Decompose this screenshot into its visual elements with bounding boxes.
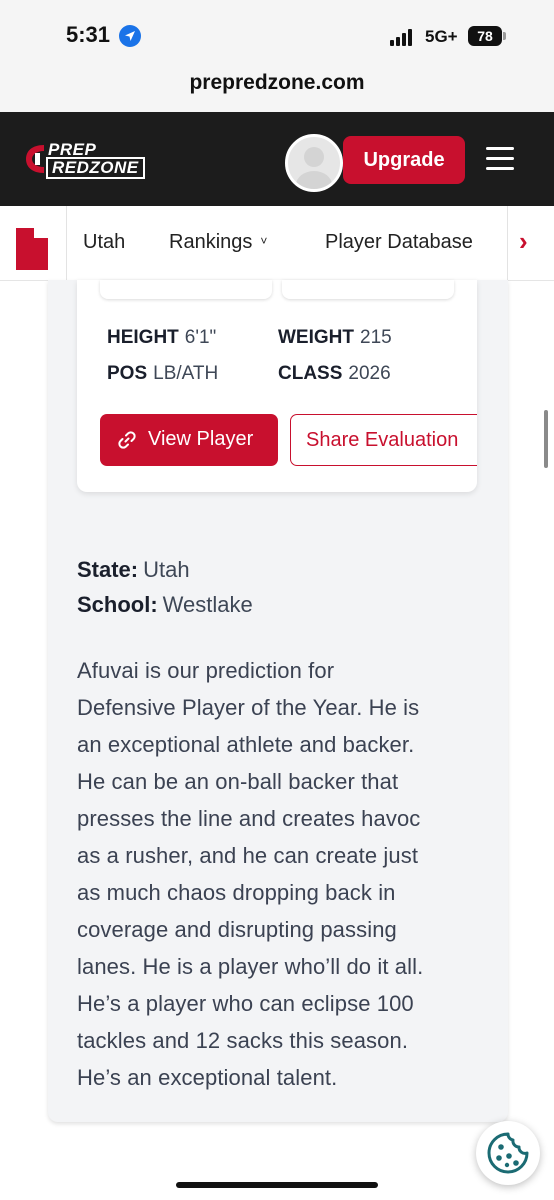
status-bar: 5:31 5G+ 78 [0, 0, 554, 62]
evaluation-line: presses the line and creates havoc [77, 806, 421, 831]
evaluation-line: as much chaos dropping back in [77, 880, 396, 905]
evaluation-line: Defensive Player of the Year. He is [77, 695, 420, 720]
battery-cap [503, 32, 506, 40]
logo-mark-icon [26, 145, 44, 173]
stat-value: 2026 [348, 363, 391, 384]
school-value: Westlake [162, 592, 253, 617]
evaluation-line: He can be an on-ball backer that [77, 769, 399, 794]
school-label: School: [77, 592, 158, 617]
share-evaluation-label: Share Evaluation [306, 429, 459, 451]
link-icon [118, 431, 136, 449]
nav-item-player-database[interactable]: Player Database [325, 231, 473, 254]
location-arrow-icon [119, 25, 141, 47]
chevron-down-icon: ˅ [260, 234, 268, 248]
subnav-right-divider [507, 206, 508, 280]
evaluation-line: as a rusher, and he can create just [77, 843, 419, 868]
stat-value: 6'1" [184, 327, 217, 348]
stat-value: LB/ATH [153, 363, 219, 384]
network-type: 5G+ [425, 27, 458, 46]
player-info-pill [100, 280, 272, 299]
player-info-pill [282, 280, 454, 299]
battery-icon: 78 [468, 26, 502, 46]
utah-state-icon[interactable] [14, 226, 50, 272]
stat-label: CLASS [278, 363, 343, 384]
nav-item-utah[interactable]: Utah [83, 231, 125, 254]
user-silhouette-icon [296, 147, 332, 189]
stat-position: POS LB/ATH [107, 363, 218, 385]
share-evaluation-button[interactable]: Share Evaluation [290, 414, 477, 466]
state-label: State: [77, 557, 139, 582]
evaluation-text: Afuvai is our prediction for Defensive P… [77, 652, 477, 1096]
address-bar[interactable]: prepredzone.com [0, 62, 554, 112]
stat-label: POS [107, 363, 148, 384]
scrollbar-thumb[interactable] [544, 410, 548, 468]
stat-height: HEIGHT 6'1" [107, 327, 216, 349]
cookie-settings-button[interactable] [476, 1121, 540, 1185]
stat-class: CLASS 2026 [278, 363, 391, 385]
nav-item-rankings[interactable]: Rankings ˅ [169, 231, 267, 254]
evaluation-line: Afuvai is our prediction for [77, 658, 335, 683]
hamburger-menu-icon[interactable] [486, 147, 514, 171]
evaluation-line: He’s an exceptional talent. [77, 1065, 338, 1090]
state-line: State: Utah [77, 557, 190, 583]
subnav-divider [66, 206, 67, 280]
url-text[interactable]: prepredzone.com [0, 71, 554, 95]
logo-text-redzone: REDZONE [46, 157, 145, 179]
evaluation-line: tackles and 12 sacks this season. [77, 1028, 409, 1053]
site-logo[interactable]: PREP REDZONE [24, 139, 154, 179]
stat-value: 215 [360, 327, 392, 348]
sub-navigation: Utah Rankings ˅ Player Database › [0, 206, 554, 281]
evaluation-line: He’s a player who can eclipse 100 [77, 991, 414, 1016]
site-header: PREP REDZONE [0, 112, 554, 206]
stat-label: WEIGHT [278, 327, 354, 348]
cookie-icon [487, 1132, 529, 1174]
cellular-signal-icon [390, 28, 420, 46]
evaluation-line: an exceptional athlete and backer. [77, 732, 415, 757]
state-value: Utah [143, 557, 190, 582]
user-avatar[interactable] [285, 134, 343, 192]
evaluation-line: coverage and disrupting passing [77, 917, 397, 942]
stat-label: HEIGHT [107, 327, 179, 348]
evaluation-line: lanes. He is a player who’ll do it all. [77, 954, 424, 979]
upgrade-button[interactable]: Upgrade [343, 136, 465, 184]
chevron-right-icon[interactable]: › [519, 226, 528, 257]
nav-item-rankings-label: Rankings [169, 231, 253, 253]
view-player-button[interactable]: View Player [100, 414, 278, 466]
stat-weight: WEIGHT 215 [278, 327, 392, 349]
school-line: School: Westlake [77, 592, 253, 618]
status-time: 5:31 [66, 22, 111, 47]
view-player-label: View Player [148, 428, 254, 450]
home-indicator[interactable] [176, 1182, 378, 1188]
